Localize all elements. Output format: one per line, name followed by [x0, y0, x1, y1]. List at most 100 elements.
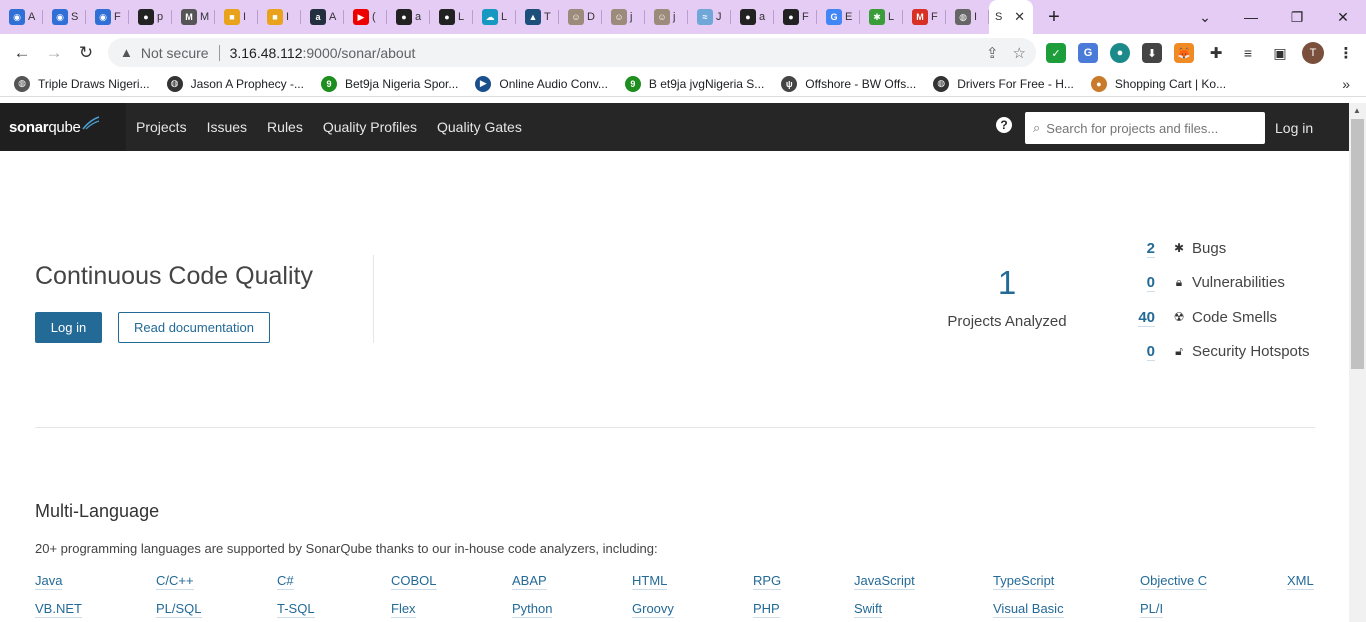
- back-icon[interactable]: ←: [6, 43, 38, 63]
- browser-tab[interactable]: ☺ j: [645, 0, 688, 34]
- language-link[interactable]: PL/I: [1140, 601, 1164, 618]
- language-link[interactable]: ABAP: [512, 573, 547, 590]
- browser-tab[interactable]: ● a: [731, 0, 774, 34]
- bookmark-item[interactable]: 9 B et9ja jvgNigeria S...: [624, 75, 764, 92]
- language-link[interactable]: T-SQL: [277, 601, 315, 618]
- sidepanel-icon[interactable]: ▣: [1270, 43, 1290, 63]
- chevron-down-icon[interactable]: ⌄: [1182, 9, 1228, 26]
- sonarqube-logo[interactable]: sonar qube: [0, 103, 126, 151]
- download-extension-icon[interactable]: ⬇: [1142, 43, 1162, 63]
- language-link[interactable]: HTML: [632, 573, 668, 590]
- browser-tab[interactable]: GE: [817, 0, 860, 34]
- metric-code-smells-value[interactable]: 40: [1138, 308, 1155, 327]
- tab-active[interactable]: S ✕: [989, 0, 1033, 34]
- language-link[interactable]: RPG: [753, 573, 782, 590]
- scroll-up-icon[interactable]: ▲: [1353, 106, 1361, 115]
- search-input[interactable]: [1046, 120, 1247, 136]
- browser-tab[interactable]: ◉ F: [86, 0, 129, 34]
- browser-tab[interactable]: ■ I: [215, 0, 258, 34]
- browser-tab[interactable]: ◉ S: [43, 0, 86, 34]
- language-link[interactable]: Java: [35, 573, 63, 590]
- bookmark-item[interactable]: ● Shopping Cart | Ko...: [1090, 75, 1226, 92]
- language-link[interactable]: TypeScript: [993, 573, 1055, 590]
- browser-tab[interactable]: MM: [172, 0, 215, 34]
- language-link[interactable]: Flex: [391, 601, 416, 618]
- circle-extension-icon[interactable]: ●: [1110, 43, 1130, 63]
- metric-security-hotspots-value[interactable]: 0: [1146, 342, 1155, 361]
- login-button[interactable]: Log in: [35, 312, 102, 343]
- browser-tab[interactable]: ● a: [387, 0, 430, 34]
- new-tab-button[interactable]: +: [1033, 6, 1075, 29]
- browser-tab[interactable]: ◍ I: [946, 0, 989, 34]
- browser-tab[interactable]: ≈ J: [688, 0, 731, 34]
- browser-tab[interactable]: ■ I: [258, 0, 301, 34]
- language-link[interactable]: Visual Basic: [993, 601, 1064, 618]
- close-window-icon[interactable]: ✕: [1320, 9, 1366, 26]
- media-icon[interactable]: ≡: [1238, 43, 1258, 63]
- bookmark-item[interactable]: ◍ Drivers For Free - H...: [933, 75, 1074, 92]
- avatar-icon: ☺: [654, 9, 670, 25]
- metric-bugs-value[interactable]: 2: [1146, 239, 1155, 258]
- bookmark-item[interactable]: ◍ Triple Draws Nigeri...: [14, 75, 150, 92]
- profile-avatar[interactable]: T: [1302, 42, 1324, 64]
- page-scrollbar[interactable]: ▲: [1349, 103, 1366, 622]
- share-icon[interactable]: ⇪: [986, 44, 999, 62]
- star-icon[interactable]: ☆: [1013, 44, 1026, 62]
- projects-count[interactable]: 1: [945, 264, 1069, 302]
- minimize-icon[interactable]: —: [1228, 9, 1274, 25]
- window-controls: ⌄ — ❐ ✕: [1182, 0, 1366, 34]
- nav-quality-gates[interactable]: Quality Gates: [437, 119, 522, 135]
- browser-tab[interactable]: ● p: [129, 0, 172, 34]
- nav-quality-profiles[interactable]: Quality Profiles: [323, 119, 417, 135]
- metamask-icon[interactable]: 🦊: [1174, 43, 1194, 63]
- browser-tab[interactable]: ▲ T: [516, 0, 559, 34]
- nav-rules[interactable]: Rules: [267, 119, 303, 135]
- browser-tab[interactable]: ☺ j: [602, 0, 645, 34]
- language-link[interactable]: C/C++: [156, 573, 194, 590]
- language-link[interactable]: VB.NET: [35, 601, 82, 618]
- forward-icon[interactable]: →: [38, 43, 70, 63]
- scrollbar-thumb[interactable]: [1351, 119, 1364, 369]
- bookmark-item[interactable]: ▶ Online Audio Conv...: [475, 75, 608, 92]
- chevron-double-right-icon[interactable]: »: [1342, 76, 1350, 92]
- bookmark-item[interactable]: 9 Bet9ja Nigeria Spor...: [320, 75, 458, 92]
- browser-tab[interactable]: ● F: [774, 0, 817, 34]
- reload-icon[interactable]: ↻: [70, 43, 102, 63]
- browser-tab[interactable]: ☁ L: [473, 0, 516, 34]
- metric-bugs-label: Bugs: [1192, 239, 1227, 257]
- nav-projects[interactable]: Projects: [136, 119, 187, 135]
- bookmark-item[interactable]: ◍ Jason A Prophecy -...: [166, 75, 304, 92]
- browser-tab[interactable]: ▶(: [344, 0, 387, 34]
- kebab-menu-icon[interactable]: ⋮: [1336, 43, 1356, 63]
- language-link[interactable]: Python: [512, 601, 553, 618]
- close-icon[interactable]: ✕: [1014, 9, 1025, 25]
- browser-tab[interactable]: ☺ D: [559, 0, 602, 34]
- language-link[interactable]: XML: [1287, 573, 1314, 590]
- language-link[interactable]: C#: [277, 573, 294, 590]
- nav-login-link[interactable]: Log in: [1275, 120, 1313, 136]
- language-link[interactable]: JavaScript: [854, 573, 915, 590]
- address-bar[interactable]: ▲ Not secure 3.16.48.112:9000/sonar/abou…: [108, 38, 1036, 67]
- browser-tab[interactable]: ● L: [430, 0, 473, 34]
- language-link[interactable]: Swift: [854, 601, 883, 618]
- language-link[interactable]: PL/SQL: [156, 601, 202, 618]
- browser-tab[interactable]: MF: [903, 0, 946, 34]
- translate-icon[interactable]: G: [1078, 43, 1098, 63]
- language-link[interactable]: PHP: [753, 601, 780, 618]
- metric-vulnerabilities-value[interactable]: 0: [1146, 273, 1155, 292]
- puzzle-icon[interactable]: ✚: [1206, 43, 1226, 63]
- globe-icon: ◍: [166, 75, 183, 92]
- language-link[interactable]: Objective C: [1140, 573, 1208, 590]
- browser-tab[interactable]: aA: [301, 0, 344, 34]
- browser-tab[interactable]: ✱ L: [860, 0, 903, 34]
- language-link[interactable]: Groovy: [632, 601, 674, 618]
- nav-issues[interactable]: Issues: [207, 119, 247, 135]
- warning-icon[interactable]: ▲: [120, 45, 133, 60]
- restore-icon[interactable]: ❐: [1274, 9, 1320, 26]
- help-icon[interactable]: ?: [996, 117, 1012, 133]
- checkmark-extension-icon[interactable]: ✓: [1046, 43, 1066, 63]
- browser-tab[interactable]: ◉ A: [0, 0, 43, 34]
- read-documentation-button[interactable]: Read documentation: [118, 312, 270, 343]
- language-link[interactable]: COBOL: [391, 573, 437, 590]
- bookmark-item[interactable]: ψ Offshore - BW Offs...: [781, 75, 916, 92]
